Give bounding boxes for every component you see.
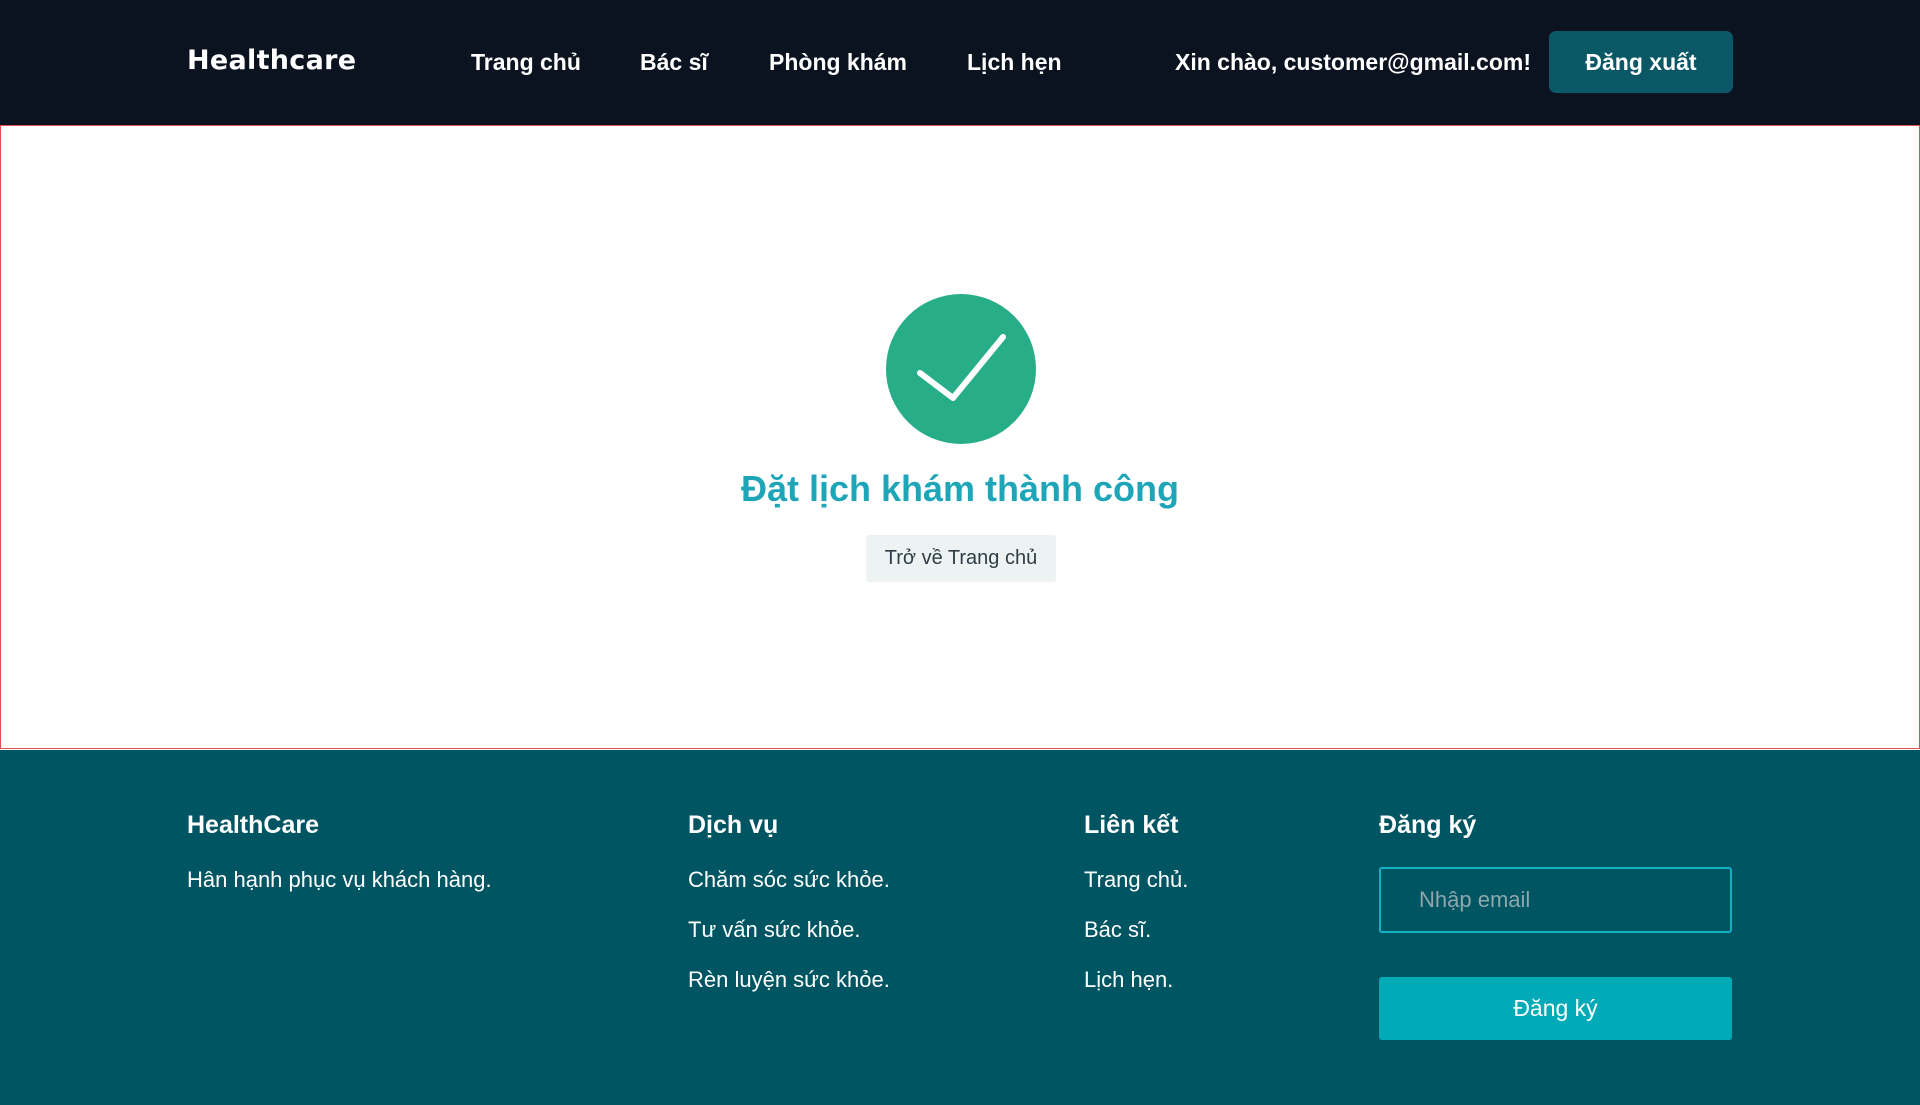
footer-service-item: Chăm sóc sức khỏe. — [688, 867, 890, 892]
footer-links-heading: Liên kết — [1084, 811, 1179, 839]
footer-links: Liên kết Trang chủ. Bác sĩ. Lịch hẹn. — [1084, 811, 1188, 1017]
user-greeting: Xin chào, customer@gmail.com! — [1175, 49, 1532, 75]
footer-signup: Đăng ký Đăng ký — [1379, 811, 1732, 1040]
back-home-button[interactable]: Trở về Trang chủ — [866, 535, 1056, 582]
success-panel: Đặt lịch khám thành công Trở về Trang ch… — [0, 125, 1920, 749]
footer-about: HealthCare Hân hạnh phục vụ khách hàng. — [187, 811, 492, 917]
checkmark-icon — [917, 334, 1006, 401]
footer: HealthCare Hân hạnh phục vụ khách hàng. … — [0, 750, 1920, 1105]
footer-service-item: Rèn luyện sức khỏe. — [688, 967, 890, 992]
email-input[interactable] — [1379, 867, 1732, 933]
signup-button[interactable]: Đăng ký — [1379, 977, 1732, 1040]
footer-services: Dịch vụ Chăm sóc sức khỏe. Tư vấn sức kh… — [688, 811, 890, 1017]
footer-service-item: Tư vấn sức khỏe. — [688, 917, 861, 942]
logout-button[interactable]: Đăng xuất — [1549, 31, 1733, 93]
nav-home[interactable]: Trang chủ — [471, 49, 581, 76]
success-title: Đặt lịch khám thành công — [740, 468, 1180, 509]
footer-link-doctors[interactable]: Bác sĩ. — [1084, 917, 1188, 943]
nav-doctors[interactable]: Bác sĩ — [640, 49, 708, 76]
nav-clinics[interactable]: Phòng khám — [769, 49, 907, 76]
nav-appointments[interactable]: Lịch hẹn — [967, 49, 1062, 76]
footer-about-heading: HealthCare — [187, 811, 319, 839]
footer-link-home[interactable]: Trang chủ. — [1084, 867, 1188, 893]
brand-logo[interactable]: Healthcare — [187, 45, 356, 76]
check-circle-icon — [886, 294, 1036, 444]
top-navbar: Healthcare Trang chủ Bác sĩ Phòng khám L… — [0, 0, 1920, 125]
footer-about-text: Hân hạnh phục vụ khách hàng. — [187, 867, 492, 892]
footer-services-heading: Dịch vụ — [688, 811, 779, 839]
footer-signup-heading: Đăng ký — [1379, 811, 1477, 839]
footer-link-appointments[interactable]: Lịch hẹn. — [1084, 967, 1188, 993]
